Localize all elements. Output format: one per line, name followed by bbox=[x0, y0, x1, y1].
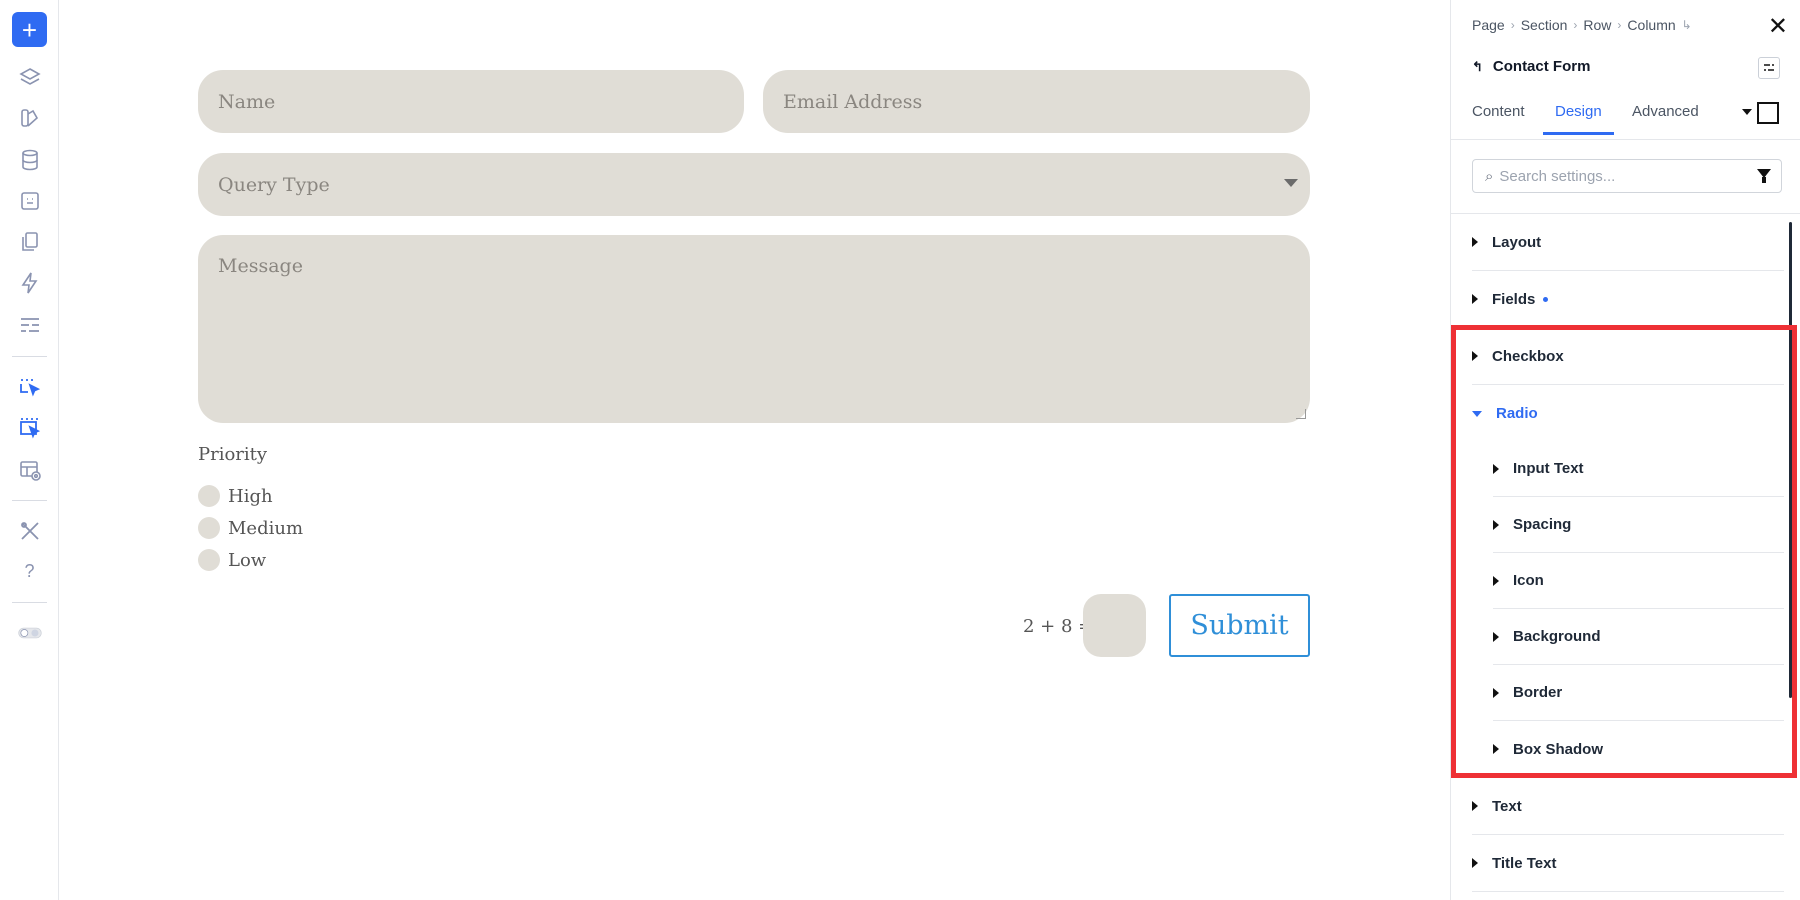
radio-option-high[interactable]: High bbox=[198, 485, 273, 507]
query-placeholder: Query Type bbox=[218, 173, 330, 196]
preview-icon[interactable] bbox=[12, 452, 47, 487]
name-placeholder: Name bbox=[218, 90, 276, 113]
query-type-select[interactable]: Query Type bbox=[198, 153, 1310, 216]
radio-button[interactable] bbox=[198, 549, 220, 571]
chevron-down-icon bbox=[1284, 179, 1298, 187]
radio-label: Medium bbox=[228, 517, 304, 539]
layout-icon[interactable] bbox=[12, 307, 47, 342]
group-label: Layout bbox=[1492, 233, 1542, 251]
caret-right-icon bbox=[1472, 237, 1478, 247]
portability-icon[interactable] bbox=[12, 183, 47, 218]
caret-right-icon bbox=[1472, 294, 1478, 304]
module-options-icon[interactable] bbox=[1758, 57, 1780, 79]
add-element-button[interactable]: + bbox=[12, 12, 47, 47]
settings-tabs: Content Design Advanced bbox=[1451, 95, 1800, 140]
group-fields[interactable]: Fields bbox=[1472, 271, 1784, 328]
database-icon[interactable] bbox=[12, 142, 47, 177]
chevron-right-icon: › bbox=[1510, 18, 1515, 32]
settings-search[interactable]: ⌕ Search settings... bbox=[1472, 159, 1782, 193]
highlight-annotation bbox=[1451, 325, 1797, 778]
pages-icon[interactable] bbox=[12, 224, 47, 259]
radio-option-medium[interactable]: Medium bbox=[198, 517, 303, 539]
search-icon: ⌕ bbox=[1485, 167, 1494, 185]
caret-right-icon bbox=[1472, 858, 1478, 868]
tools-icon[interactable] bbox=[12, 513, 47, 548]
return-arrow-icon: ↳ bbox=[1681, 18, 1692, 32]
chevron-right-icon: › bbox=[1617, 18, 1622, 32]
captcha-input[interactable] bbox=[1083, 594, 1146, 657]
breadcrumb-row[interactable]: Row bbox=[1583, 17, 1611, 33]
email-placeholder: Email Address bbox=[783, 90, 923, 113]
module-title: ↰ Contact Form bbox=[1472, 58, 1590, 75]
radio-option-low[interactable]: Low bbox=[198, 549, 266, 571]
radio-button[interactable] bbox=[198, 485, 220, 507]
paint-icon[interactable] bbox=[12, 100, 47, 135]
tab-content[interactable]: Content bbox=[1472, 103, 1525, 133]
filter-icon[interactable] bbox=[1757, 169, 1771, 183]
left-toolbar: + ? bbox=[0, 0, 59, 900]
module-title-text: Contact Form bbox=[1492, 58, 1591, 75]
search-placeholder: Search settings... bbox=[1499, 167, 1616, 185]
radio-button[interactable] bbox=[198, 517, 220, 539]
name-field[interactable]: Name bbox=[198, 70, 744, 133]
lightning-icon[interactable] bbox=[12, 265, 47, 300]
builder-canvas: Name Email Address Query Type Message Pr… bbox=[60, 0, 1450, 900]
submit-button[interactable]: Submit bbox=[1169, 594, 1310, 657]
group-label: Text bbox=[1492, 797, 1522, 815]
chevron-right-icon: › bbox=[1573, 18, 1578, 32]
caret-right-icon bbox=[1472, 801, 1478, 811]
message-placeholder: Message bbox=[218, 255, 303, 277]
select-element-icon[interactable] bbox=[12, 369, 47, 404]
email-field[interactable]: Email Address bbox=[763, 70, 1310, 133]
group-text[interactable]: Text bbox=[1472, 778, 1784, 835]
group-title-text[interactable]: Title Text bbox=[1472, 835, 1784, 892]
resize-handle-icon[interactable] bbox=[1296, 409, 1306, 419]
message-field[interactable]: Message bbox=[198, 235, 1310, 423]
tab-advanced[interactable]: Advanced bbox=[1632, 103, 1699, 133]
group-label: Fields bbox=[1492, 290, 1536, 308]
group-label: Title Text bbox=[1492, 854, 1557, 872]
select-multiple-icon[interactable] bbox=[12, 410, 47, 445]
back-arrow-icon[interactable]: ↰ bbox=[1472, 59, 1483, 75]
breadcrumb-column[interactable]: Column bbox=[1627, 17, 1675, 33]
radio-label: Low bbox=[228, 549, 267, 571]
group-layout[interactable]: Layout bbox=[1472, 214, 1784, 271]
breadcrumb-section[interactable]: Section bbox=[1521, 17, 1568, 33]
close-icon[interactable]: ✕ bbox=[1768, 12, 1788, 41]
theme-toggle-icon[interactable] bbox=[12, 615, 47, 650]
view-mode-icon[interactable] bbox=[1757, 102, 1779, 124]
breadcrumb: Page › Section › Row › Column ↳ bbox=[1472, 17, 1692, 33]
caret-down-icon[interactable] bbox=[1742, 109, 1752, 115]
priority-label: Priority bbox=[198, 444, 268, 465]
tab-design[interactable]: Design bbox=[1543, 103, 1614, 135]
radio-label: High bbox=[228, 485, 273, 507]
help-icon[interactable]: ? bbox=[12, 554, 47, 589]
layers-icon[interactable] bbox=[12, 59, 47, 94]
modified-indicator bbox=[1543, 296, 1549, 302]
breadcrumb-page[interactable]: Page bbox=[1472, 17, 1505, 33]
